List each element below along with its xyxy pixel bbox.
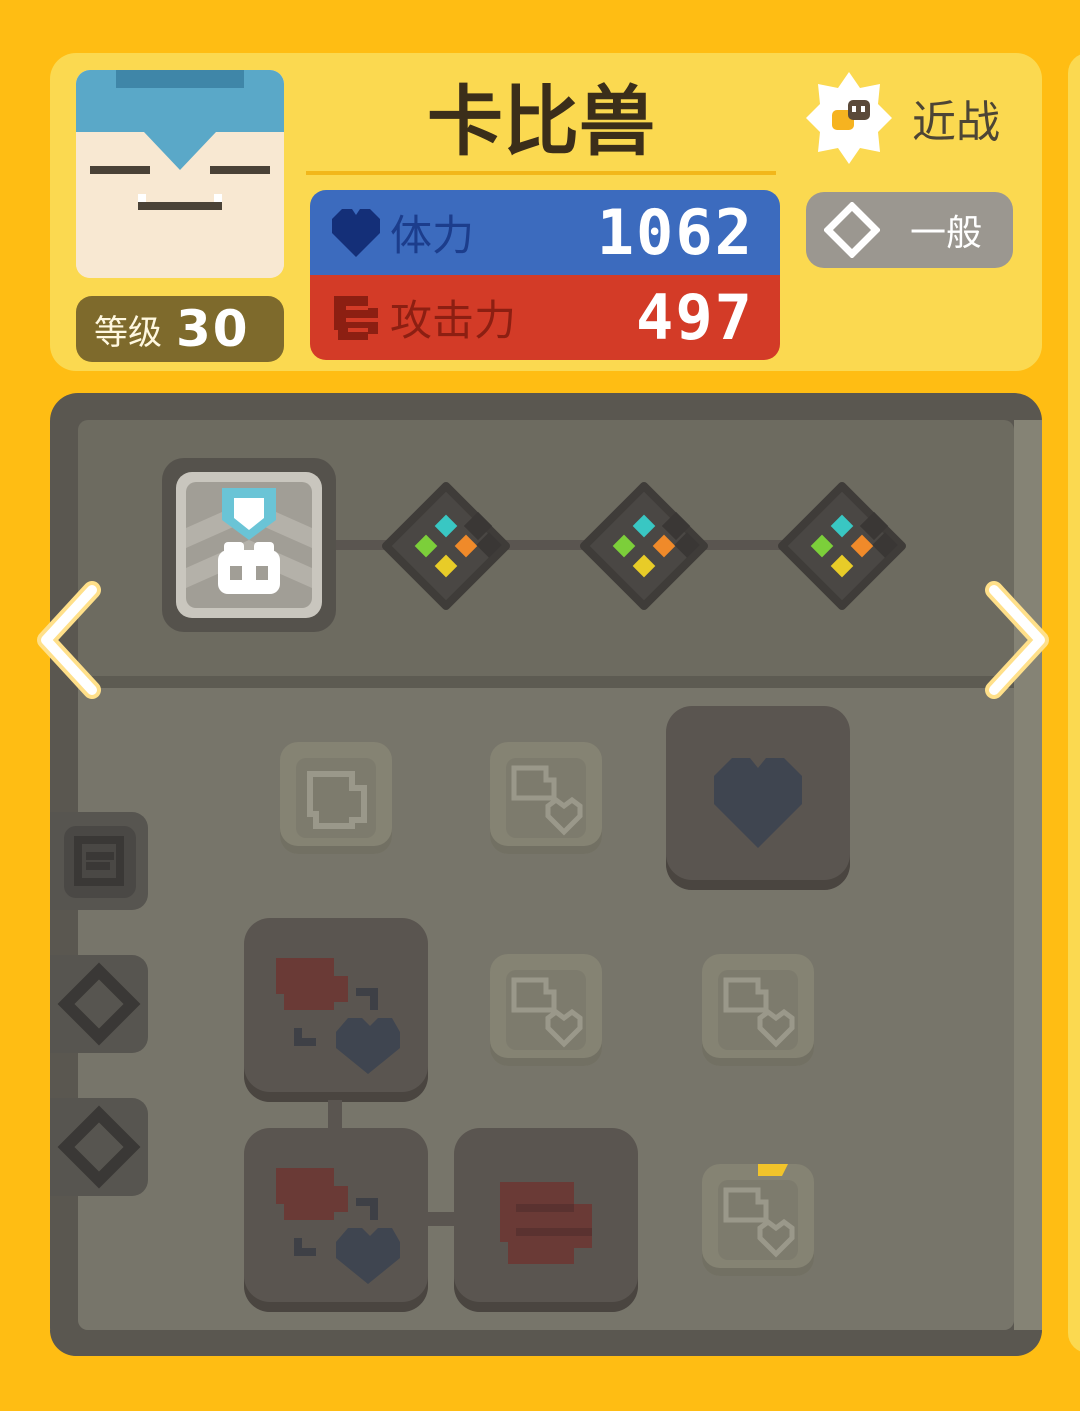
filter-tab-fist[interactable] [50, 812, 148, 910]
chevron-left-icon[interactable] [32, 580, 102, 700]
attack-type-label: 近战 [912, 97, 1000, 148]
board-rail [1014, 420, 1042, 1330]
pokemon-name: 卡比兽 [427, 77, 655, 166]
name-divider [306, 171, 776, 175]
skill-tile-hp-large[interactable] [666, 706, 850, 890]
fist-heart-icon [718, 1164, 798, 1260]
skill-tile-attack-hp-large[interactable] [244, 918, 428, 1102]
chevron-right-icon[interactable] [984, 580, 1054, 700]
fist-heart-icon [506, 970, 586, 1050]
empty-stone-slot-1[interactable] [380, 480, 512, 612]
fist-heart-icon [276, 1168, 400, 1284]
fist-outline-icon [64, 826, 136, 898]
rarity-label: 一般 [910, 213, 983, 254]
skill-tile-attack-hp[interactable] [490, 954, 602, 1066]
stats-panel: 体力 1062 攻击力 497 [310, 190, 780, 360]
level-value: 30 [176, 300, 250, 358]
skill-tile-attack-hp-new[interactable] [702, 1164, 814, 1276]
skill-tile-attack[interactable] [280, 742, 392, 854]
skill-tile-attack-hp[interactable] [490, 742, 602, 854]
diamond-outline-icon [824, 202, 880, 258]
next-page-edge [1068, 53, 1080, 1353]
hp-value: 1062 [596, 196, 754, 269]
empty-stone-slot-2[interactable] [578, 480, 710, 612]
hp-row: 体力 1062 [310, 190, 780, 275]
diamond-outline-icon [57, 962, 141, 1046]
skill-tile-attack-large[interactable] [454, 1128, 638, 1312]
heart-icon [332, 208, 380, 257]
diamond-outline-icon [57, 1105, 141, 1189]
fist-icon [296, 758, 376, 838]
attack-type: 近战 [806, 68, 1016, 168]
level-badge: 等级 30 [76, 296, 284, 362]
filter-tab-diamond-2[interactable] [50, 1098, 148, 1196]
pokemon-portrait [76, 70, 284, 278]
heart-icon [714, 758, 802, 848]
attack-row: 攻击力 497 [310, 275, 780, 360]
fist-icon [500, 1182, 592, 1264]
filter-tab-diamond-1[interactable] [50, 955, 148, 1053]
attack-value: 497 [636, 281, 754, 354]
melee-badge-icon [806, 72, 892, 164]
fist-heart-icon [506, 758, 586, 838]
active-slot[interactable] [162, 458, 336, 632]
fist-icon [334, 295, 378, 340]
skill-tile-attack-hp[interactable] [702, 954, 814, 1066]
board-bottom [50, 1330, 1042, 1356]
fist-heart-icon [718, 970, 798, 1050]
tile-connector [426, 1212, 456, 1226]
empty-stone-slot-3[interactable] [776, 480, 908, 612]
rarity-badge: 一般 [806, 192, 1013, 268]
skill-tile-attack-hp-large[interactable] [244, 1128, 428, 1312]
board-divider [78, 676, 1014, 688]
attack-label: 攻击力 [390, 296, 517, 345]
fist-heart-icon [276, 958, 400, 1074]
level-label: 等级 [94, 312, 162, 353]
hp-label: 体力 [390, 211, 475, 260]
